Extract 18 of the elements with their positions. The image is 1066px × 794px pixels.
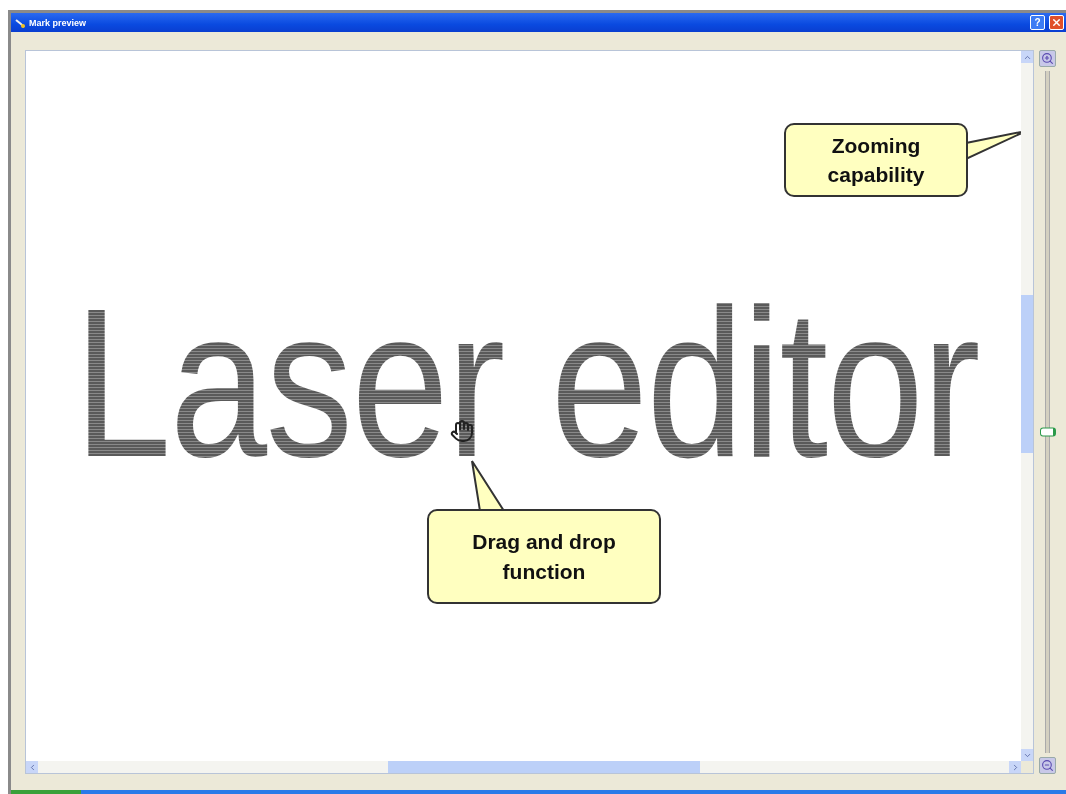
scroll-right-button[interactable] [1009, 761, 1021, 773]
zoom-out-button[interactable] [1038, 757, 1056, 774]
scroll-thumb[interactable] [1021, 295, 1033, 453]
callout: Drag and drop function [427, 509, 661, 604]
scroll-down-button[interactable] [1021, 749, 1033, 761]
app-icon [15, 17, 25, 28]
zoom-in-button[interactable] [1038, 50, 1056, 67]
callout-pointer [470, 459, 506, 511]
close-button[interactable] [1049, 15, 1064, 30]
window-title: Mark preview [29, 17, 88, 28]
hand-cursor-icon [450, 419, 474, 443]
scroll-left-button[interactable] [26, 761, 38, 773]
callout: Zooming capability [784, 123, 968, 197]
close-icon [1051, 17, 1062, 28]
slider-thumb[interactable] [1040, 427, 1056, 437]
scroll-up-button[interactable] [1021, 51, 1033, 63]
scroll-thumb[interactable] [388, 761, 700, 773]
help-button[interactable]: ? [1030, 15, 1045, 30]
